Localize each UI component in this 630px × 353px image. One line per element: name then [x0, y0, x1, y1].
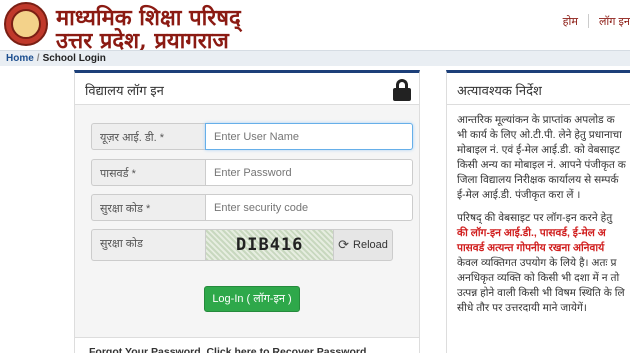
notice-line: मोबाइल नं. एवं ई-मेल आई.डी. को वेबसाइट [457, 144, 620, 156]
notice-line: ई-मेल आई.डी. पंजीकृत करा लें । [457, 189, 581, 201]
password-input[interactable] [205, 159, 413, 186]
login-heading: विद्यालय लॉग इन [85, 83, 164, 98]
reload-button[interactable]: ⟳ Reload [333, 229, 393, 261]
nav-home-link[interactable]: होम [563, 14, 578, 29]
site-header: माध्यमिक शिक्षा परिषद् उत्तर प्रदेश, प्र… [0, 0, 630, 54]
school-login-panel: विद्यालय लॉग इन यूज़र आई. डी. * पासवर्ड … [74, 70, 420, 353]
user-id-input[interactable] [205, 123, 413, 150]
notice-line: उत्पन्न होने वाली किसी भी विषम स्थिति के… [457, 287, 625, 299]
notice-warning-line: की लॉग-इन आई.डी., पासवर्ड, ई-मेल अ [457, 227, 606, 239]
breadcrumb-separator: / [36, 53, 40, 64]
login-panel-header: विद्यालय लॉग इन [75, 73, 419, 105]
breadcrumb-home[interactable]: Home [6, 53, 34, 64]
reload-label: Reload [353, 239, 388, 251]
captcha-row: सुरक्षा कोड DIB416 ⟳ Reload [91, 229, 413, 261]
breadcrumb-current: School Login [42, 53, 106, 64]
notice-line: अनधिकृत व्यक्ति को किसी भी दशा में न तो [457, 272, 620, 284]
lock-icon [393, 79, 411, 101]
nav-login-link[interactable]: लॉग इन [599, 14, 630, 29]
password-row: पासवर्ड * [91, 159, 413, 186]
notice-warning-line: पासवर्ड अत्यन्त गोपनीय रखना अनिवार्य [457, 242, 605, 254]
captcha-image: DIB416 [205, 229, 333, 261]
breadcrumb-bar: Home / School Login [0, 50, 630, 66]
login-button[interactable]: Log-In ( लॉग-इन ) [204, 286, 300, 312]
notice-body: आन्तरिक मूल्यांकन के प्राप्तांक अपलोड क … [447, 105, 630, 324]
notice-line: भी कार्य के लिए ओ.टी.पी. लेने हेतु प्रधा… [457, 129, 622, 141]
notice-line: सीधे तौर पर उत्तरदायी माने जायेगें। [457, 302, 587, 314]
notice-panel: अत्यावश्यक निर्देश आन्तरिक मूल्यांकन के … [446, 70, 630, 353]
captcha-label: सुरक्षा कोड [91, 229, 205, 261]
notice-line: किसी अन्य का मोबाइल नं. आपने पंजीकृत क [457, 159, 626, 171]
security-code-input[interactable] [205, 194, 413, 221]
user-id-label: यूज़र आई. डी. * [91, 123, 205, 150]
breadcrumb: Home / School Login [6, 53, 106, 64]
notice-line: केवल व्यक्तिगत उपयोग के लिये है। अतः प्र [457, 257, 617, 269]
notice-line: परिषद् की वेबसाइट पर लॉग-इन करने हेतु [457, 212, 613, 224]
notice-line: आन्तरिक मूल्यांकन के प्राप्तांक अपलोड क [457, 114, 615, 126]
user-id-row: यूज़र आई. डी. * [91, 123, 413, 150]
top-nav: होम लॉग इन [563, 14, 630, 29]
notice-heading: अत्यावश्यक निर्देश [447, 73, 630, 105]
security-code-row: सुरक्षा कोड * [91, 194, 413, 221]
nav-divider [587, 14, 589, 28]
reload-icon: ⟳ [338, 237, 350, 252]
password-label: पासवर्ड * [91, 159, 205, 186]
logo-seal [4, 2, 48, 46]
security-code-label: सुरक्षा कोड * [91, 194, 205, 221]
forgot-password-link[interactable]: Forgot Your Password, Click here to Reco… [75, 337, 419, 353]
notice-line: जिला विद्यालय निरीक्षक कार्यालय से सम्पर… [457, 174, 619, 186]
